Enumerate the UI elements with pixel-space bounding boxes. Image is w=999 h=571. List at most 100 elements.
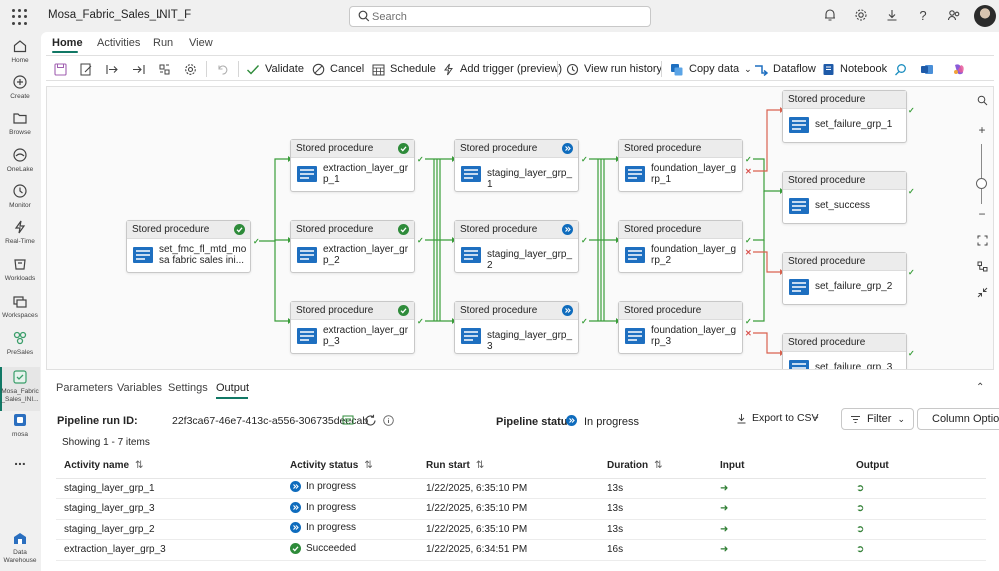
save-button[interactable] bbox=[54, 60, 67, 78]
nav-real-time[interactable]: Real-Time bbox=[0, 219, 40, 246]
gear-icon[interactable] bbox=[853, 8, 869, 24]
output-icon[interactable]: ➲ bbox=[856, 503, 864, 514]
tab-home[interactable]: Home bbox=[52, 37, 83, 49]
activity-node-staging-2[interactable]: Stored procedure staging_layer_grp_2 bbox=[454, 220, 579, 273]
zoom-slider-track[interactable] bbox=[981, 144, 982, 204]
nav-current-pipeline[interactable]: Mosa_Fabric _Sales_INI... bbox=[0, 369, 40, 404]
input-icon[interactable]: ➜ bbox=[720, 503, 728, 514]
nav-create[interactable]: Create bbox=[0, 74, 40, 101]
notebook-button[interactable]: Notebook bbox=[822, 60, 887, 78]
view-run-history-button[interactable]: View run history bbox=[566, 60, 662, 78]
search-activities-button[interactable] bbox=[894, 60, 907, 78]
info-icon[interactable] bbox=[383, 415, 394, 426]
zoom-out-icon[interactable]: − bbox=[972, 204, 992, 224]
table-row[interactable]: extraction_layer_grp_3 Succeeded 1/22/20… bbox=[56, 539, 986, 561]
outlook-button[interactable] bbox=[920, 60, 934, 78]
input-icon[interactable]: ➜ bbox=[720, 544, 728, 555]
help-icon[interactable]: ? bbox=[915, 8, 931, 24]
activity-name-cell[interactable]: extraction_layer_grp_3 bbox=[56, 539, 282, 561]
nav-more[interactable]: ... bbox=[0, 452, 40, 468]
copy-data-button[interactable]: Copy data ⌄ bbox=[670, 60, 752, 78]
activity-node-extraction-2[interactable]: Stored procedure extraction_layer_gr p_2 bbox=[290, 220, 415, 273]
activity-node-foundation-1[interactable]: Stored procedure foundation_layer_g rp_1 bbox=[618, 139, 743, 192]
code-view-button[interactable] bbox=[158, 60, 171, 78]
tab-activities[interactable]: Activities bbox=[97, 37, 140, 49]
activity-node-staging-3[interactable]: Stored procedure staging_layer_grp_3 bbox=[454, 301, 579, 354]
activity-node-failure-1[interactable]: Stored procedure set_failure_grp_1 bbox=[782, 90, 907, 143]
activity-node-failure-2[interactable]: Stored procedure set_failure_grp_2 bbox=[782, 252, 907, 305]
column-header-run-start[interactable]: Run start ⇅ bbox=[418, 453, 599, 479]
table-row[interactable]: staging_layer_grp_3 In progress 1/22/202… bbox=[56, 498, 986, 520]
copilot-button[interactable] bbox=[952, 60, 966, 78]
pipeline-canvas[interactable]: ✓ ✓ ✓ ✓ ✓ ✓ ✓ ✓ ✓ ✓ ✕ ✕ ✕ ✓ ✓ ✓ ✓ Stored… bbox=[46, 86, 994, 370]
nav-home[interactable]: Home bbox=[0, 38, 40, 65]
cancel-button[interactable]: Cancel bbox=[312, 60, 364, 78]
collapse-icon[interactable] bbox=[972, 284, 992, 304]
column-options-button[interactable]: Column Options ⌄ bbox=[917, 408, 999, 430]
activity-node-init[interactable]: Stored procedure set_fmc_fl_mtd_mo sa fa… bbox=[126, 220, 251, 273]
tab-run[interactable]: Run bbox=[153, 37, 173, 49]
activity-node-foundation-3[interactable]: Stored procedure foundation_layer_g rp_3 bbox=[618, 301, 743, 354]
bell-icon[interactable] bbox=[822, 8, 838, 24]
nav-onelake[interactable]: OneLake bbox=[0, 147, 40, 174]
column-header-duration[interactable]: Duration ⇅ bbox=[599, 453, 712, 479]
nav-workloads[interactable]: Workloads bbox=[0, 256, 40, 283]
column-header-activity-status[interactable]: Activity status ⇅ bbox=[282, 453, 418, 479]
table-row[interactable]: staging_layer_grp_2 In progress 1/22/202… bbox=[56, 519, 986, 540]
activity-name-cell[interactable]: staging_layer_grp_2 bbox=[56, 519, 282, 540]
activity-node-extraction-3[interactable]: Stored procedure extraction_layer_gr p_3 bbox=[290, 301, 415, 354]
output-icon[interactable]: ➲ bbox=[856, 544, 864, 555]
validate-button[interactable]: Validate bbox=[246, 60, 304, 78]
undo-button[interactable] bbox=[216, 60, 229, 78]
column-header-activity-name[interactable]: Activity name ⇅ bbox=[56, 453, 282, 479]
tab-variables[interactable]: Variables bbox=[117, 382, 162, 394]
tab-output[interactable]: Output bbox=[216, 382, 249, 394]
activity-node-foundation-2[interactable]: Stored procedure foundation_layer_g rp_2 bbox=[618, 220, 743, 273]
edit-button[interactable] bbox=[80, 60, 93, 78]
chevron-down-icon[interactable]: ⌄ bbox=[155, 10, 163, 21]
nav-presales[interactable]: PreSales bbox=[0, 330, 40, 357]
download-icon[interactable] bbox=[884, 8, 900, 24]
item-title[interactable]: Mosa_Fabric_Sales_INIT_F bbox=[48, 9, 191, 21]
fit-to-screen-icon[interactable] bbox=[972, 232, 992, 252]
share-people-icon[interactable] bbox=[946, 8, 962, 24]
tab-view[interactable]: View bbox=[189, 37, 213, 49]
nav-monitor[interactable]: Monitor bbox=[0, 183, 40, 210]
activity-node-failure-3[interactable]: Stored procedure set_failure_grp_3 bbox=[782, 333, 907, 369]
sort-icon[interactable]: ⇅ bbox=[476, 460, 484, 471]
avatar[interactable] bbox=[974, 5, 996, 27]
activity-name-cell[interactable]: staging_layer_grp_3 bbox=[56, 498, 282, 520]
filter-button[interactable]: Filter ⌄ bbox=[841, 408, 914, 430]
activity-name-cell[interactable]: staging_layer_grp_1 bbox=[56, 478, 282, 499]
canvas-search-icon[interactable] bbox=[972, 92, 992, 112]
export-options-chevron[interactable]: ⌄ bbox=[812, 411, 820, 422]
activity-node-staging-1[interactable]: Stored procedure staging_layer_grp_1 bbox=[454, 139, 579, 192]
nav-data-warehouse[interactable]: Data Warehouse bbox=[0, 530, 40, 565]
panel-resize-handle[interactable] bbox=[515, 371, 527, 380]
table-row[interactable]: staging_layer_grp_1 In progress 1/22/202… bbox=[56, 478, 986, 499]
nav-browse[interactable]: Browse bbox=[0, 110, 40, 137]
dataflow-button[interactable]: Dataflow bbox=[754, 60, 816, 78]
nav-workspace-mosa[interactable]: mosa bbox=[0, 412, 40, 439]
chevron-up-icon[interactable]: ⌃ bbox=[976, 382, 984, 393]
output-icon[interactable]: ➲ bbox=[856, 524, 864, 535]
export-csv-button[interactable]: Export to CSV bbox=[736, 412, 819, 424]
output-icon[interactable]: ➲ bbox=[856, 483, 864, 494]
copy-icon[interactable] bbox=[342, 415, 354, 426]
search-input[interactable]: Search bbox=[349, 6, 651, 27]
settings-button[interactable] bbox=[184, 60, 197, 78]
add-trigger-button[interactable]: Add trigger (preview) bbox=[442, 60, 562, 78]
tab-parameters[interactable]: Parameters bbox=[56, 382, 113, 394]
auto-align-icon[interactable] bbox=[972, 258, 992, 278]
app-launcher-icon[interactable] bbox=[12, 9, 28, 25]
zoom-in-icon[interactable]: + bbox=[972, 120, 992, 140]
sort-icon[interactable]: ⇅ bbox=[654, 460, 662, 471]
nav-workspaces[interactable]: Workspaces bbox=[0, 293, 40, 320]
export-button[interactable] bbox=[106, 60, 119, 78]
zoom-slider-thumb[interactable] bbox=[976, 178, 987, 189]
schedule-button[interactable]: Schedule bbox=[372, 60, 436, 78]
input-icon[interactable]: ➜ bbox=[720, 483, 728, 494]
input-icon[interactable]: ➜ bbox=[720, 524, 728, 535]
import-button[interactable] bbox=[132, 60, 145, 78]
sort-icon[interactable]: ⇅ bbox=[364, 460, 372, 471]
